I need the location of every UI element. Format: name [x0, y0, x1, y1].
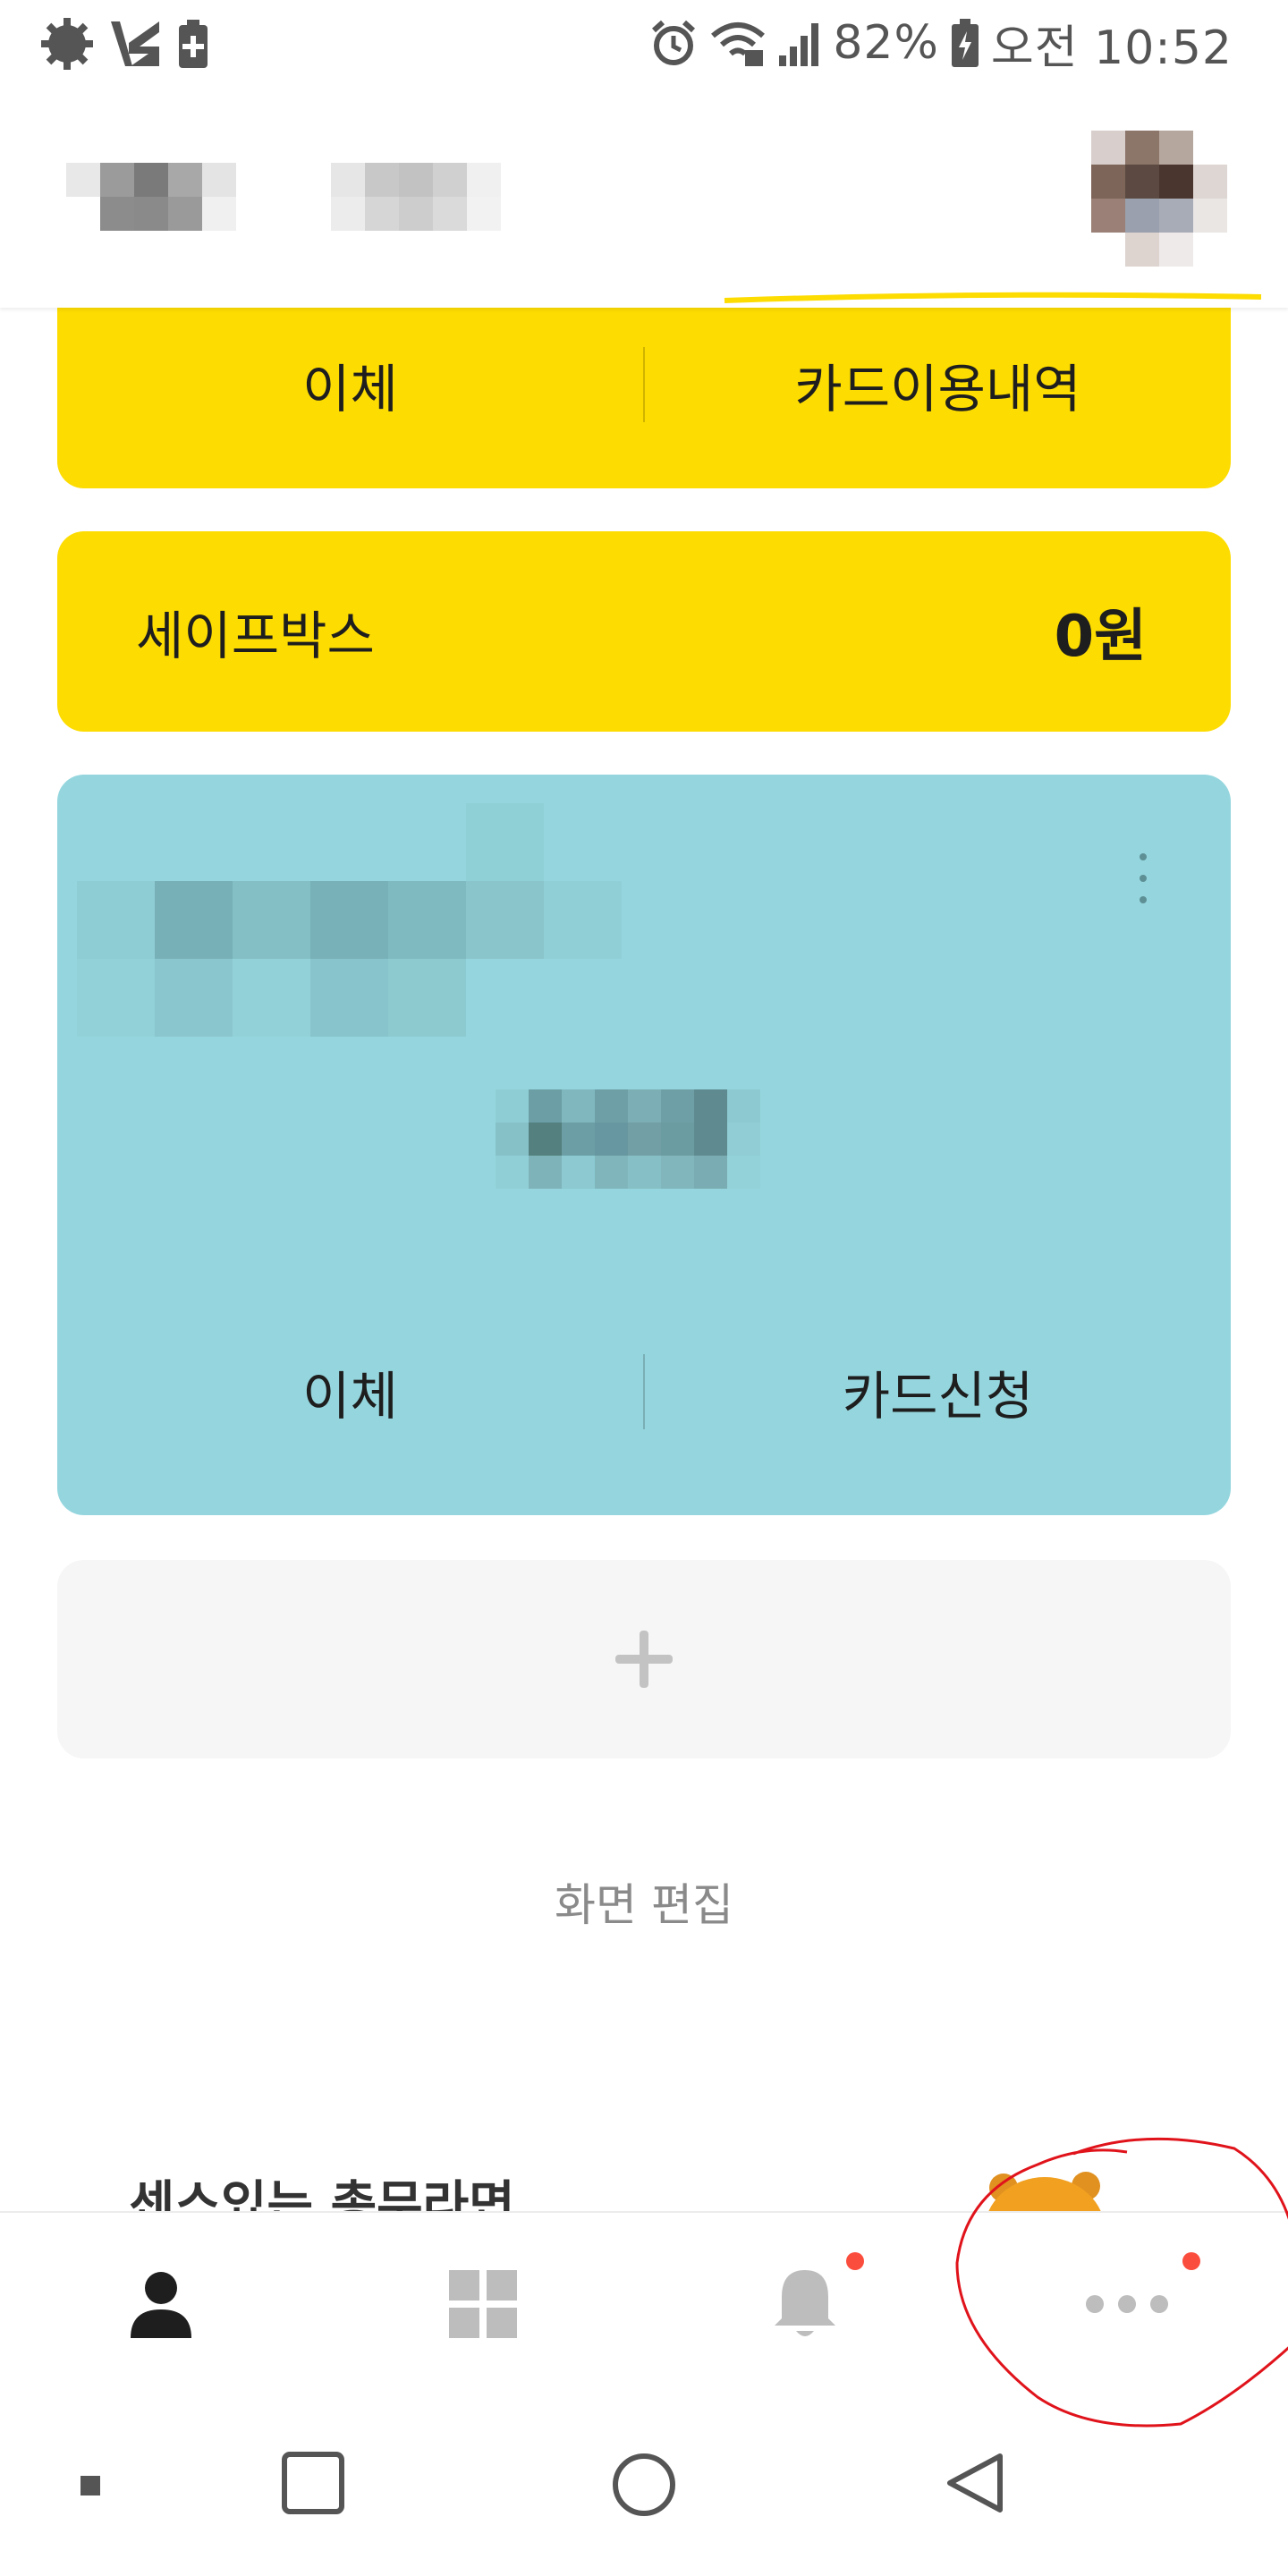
add-account-card[interactable] — [57, 1560, 1231, 1758]
status-right-icons: 82% 오전 10:52 — [648, 11, 1233, 75]
more-dots-icon — [1086, 2295, 1168, 2313]
card-apply-button[interactable]: 카드신청 — [645, 1354, 1231, 1429]
vpn-icon — [111, 21, 159, 66]
secondary-account-card[interactable]: 이체 카드신청 — [57, 775, 1231, 1515]
yellow-accent-stroke — [724, 292, 1262, 303]
promo-banner-text[interactable]: 센스있는 총무라면 — [129, 2165, 515, 2211]
person-icon — [131, 2272, 191, 2338]
bell-icon — [775, 2270, 835, 2336]
main-account-actions: 이체 카드이용내역 — [57, 331, 1231, 438]
secondary-account-actions: 이체 카드신청 — [57, 1338, 1231, 1445]
recents-icon[interactable] — [281, 2451, 345, 2515]
status-bar: 82% 오전 10:52 — [0, 0, 1288, 86]
tab-all-menu[interactable] — [322, 2213, 644, 2395]
transfer-button[interactable]: 이체 — [57, 347, 643, 422]
battery-saver-icon — [179, 20, 208, 68]
account-holder-name-redacted — [66, 163, 270, 231]
profile-avatar[interactable] — [1091, 131, 1227, 267]
more-badge — [1182, 2252, 1200, 2270]
plus-icon — [615, 1631, 673, 1688]
safebox-card[interactable]: 세이프박스 0원 — [57, 531, 1231, 732]
battery-icon — [951, 19, 979, 67]
clock: 오전 10:52 — [990, 21, 1233, 75]
wifi-icon — [711, 22, 766, 66]
app-header — [0, 86, 1288, 308]
signal-icon — [779, 23, 819, 66]
safebox-amount: 0원 — [1054, 604, 1147, 670]
battery-percentage: 82% — [833, 16, 939, 70]
card-usage-button[interactable]: 카드이용내역 — [645, 347, 1231, 422]
alarm-icon — [652, 20, 696, 65]
card-menu-kebab-icon[interactable] — [1134, 853, 1152, 903]
account-balance-redacted — [496, 1089, 793, 1189]
safebox-label: 세이프박스 — [136, 606, 375, 666]
home-icon[interactable] — [610, 2451, 678, 2519]
grid-icon — [449, 2270, 517, 2338]
edit-screen-link[interactable]: 화면 편집 — [0, 1869, 1288, 1934]
status-left-icons — [39, 16, 211, 72]
notification-badge — [846, 2252, 864, 2270]
account-name-redacted — [77, 803, 699, 1037]
tab-more[interactable] — [966, 2213, 1288, 2395]
tab-my-account[interactable] — [0, 2213, 322, 2395]
tab-notifications[interactable] — [644, 2213, 966, 2395]
account-subtitle-redacted — [331, 163, 501, 231]
gear-notification-icon — [41, 18, 93, 70]
android-nav-bar — [0, 2394, 1288, 2576]
transfer-button[interactable]: 이체 — [57, 1354, 643, 1429]
bottom-tab-bar — [0, 2211, 1288, 2395]
back-icon[interactable] — [943, 2451, 1007, 2515]
nav-dot-icon[interactable] — [79, 2474, 102, 2497]
